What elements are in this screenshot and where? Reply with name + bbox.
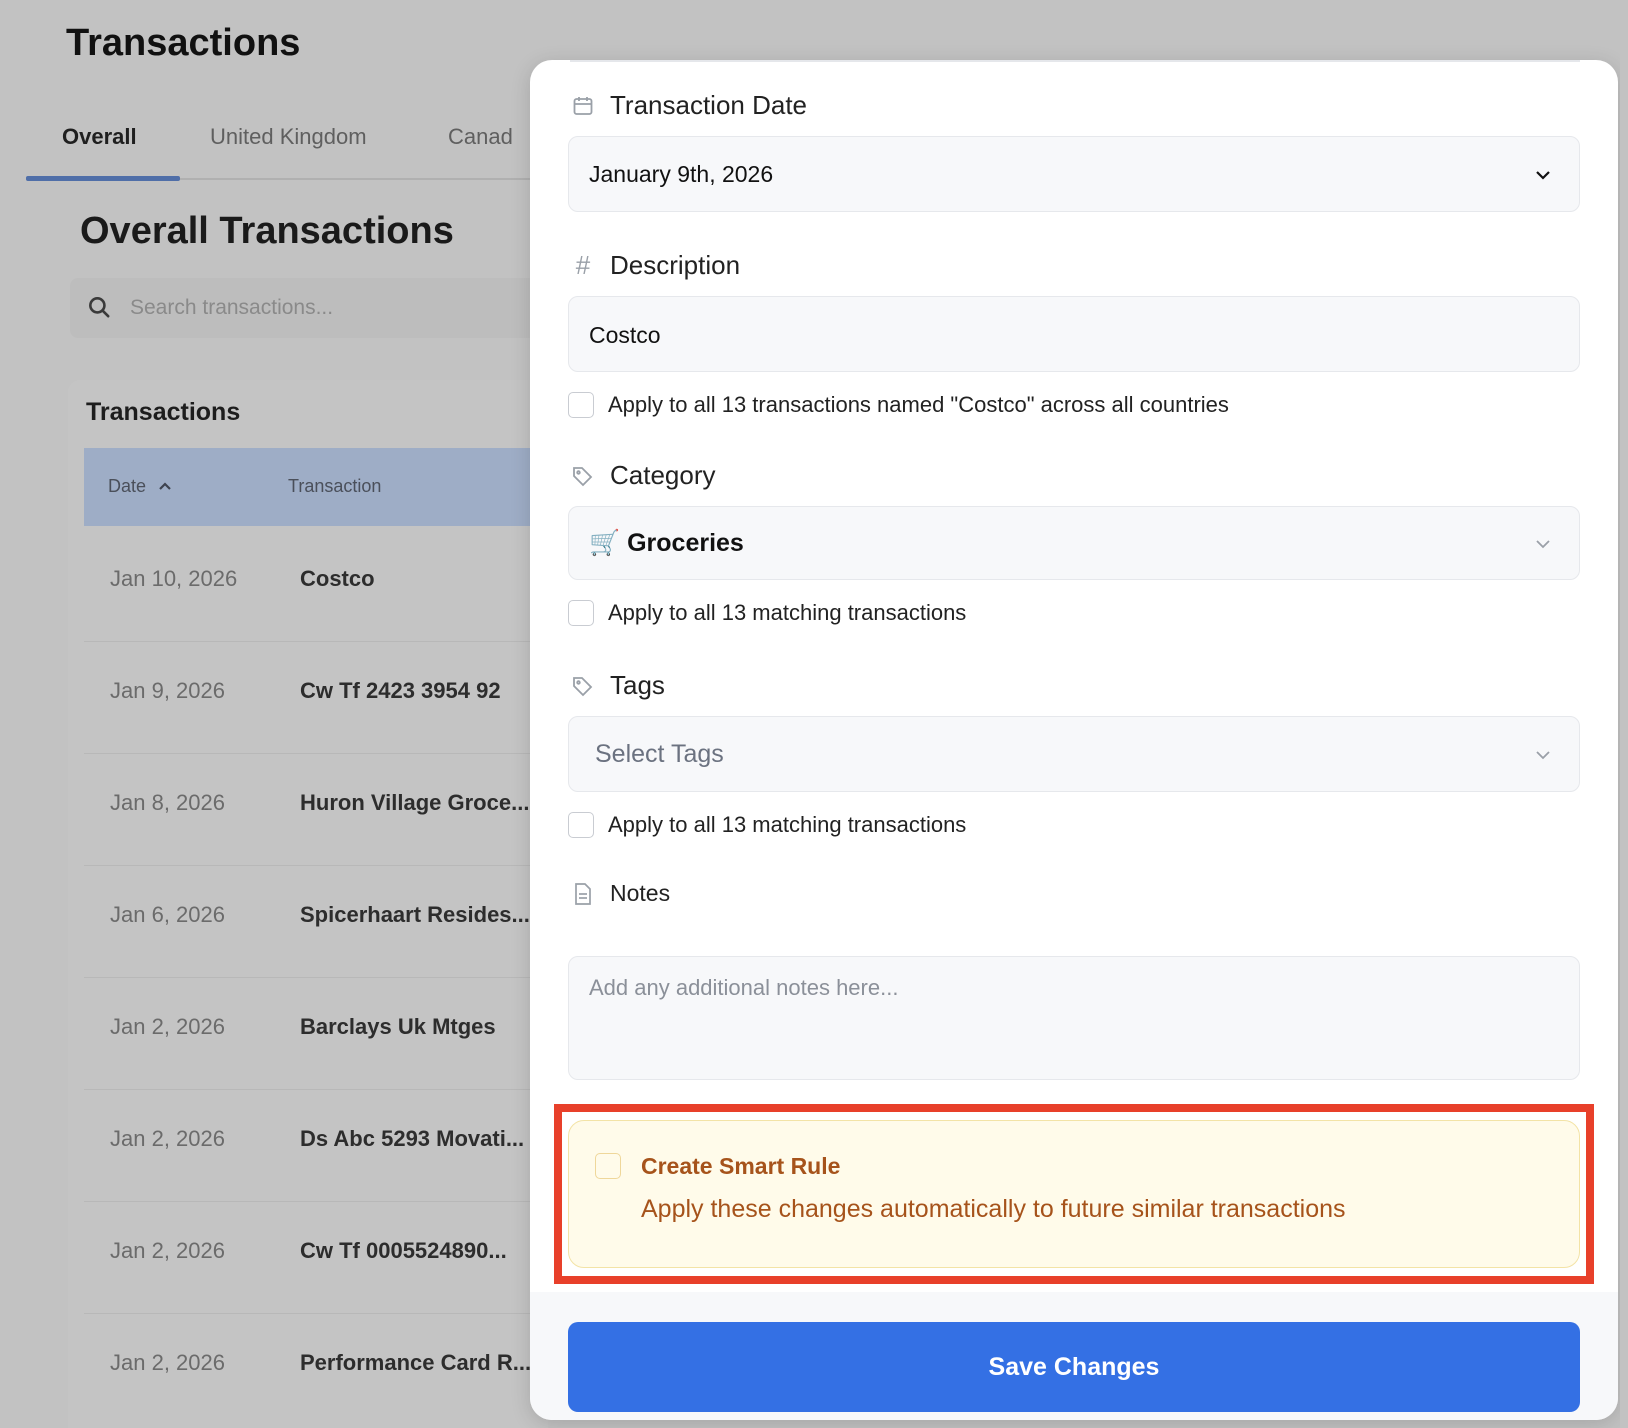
- row-transaction: Spicerhaart Resides...: [300, 902, 530, 927]
- table-row[interactable]: Jan 2, 2026 Barclays Uk Mtges: [84, 974, 548, 1090]
- notes-placeholder: Add any additional notes here...: [589, 975, 899, 1000]
- tag-icon: [570, 463, 596, 489]
- row-date: Jan 8, 2026: [110, 790, 225, 815]
- apply-description-all-option[interactable]: Apply to all 13 transactions named "Cost…: [568, 392, 1229, 418]
- tab-united-kingdom[interactable]: United Kingdom: [210, 124, 367, 150]
- row-date: Jan 2, 2026: [110, 1238, 225, 1263]
- page-title: Transactions: [66, 22, 301, 64]
- row-date: Jan 6, 2026: [110, 902, 225, 927]
- transaction-date-label: Transaction Date: [570, 90, 807, 121]
- hash-icon: #: [575, 250, 591, 280]
- shopping-cart-icon: 🛒: [589, 529, 621, 557]
- notes-textarea[interactable]: Add any additional notes here...: [568, 956, 1580, 1080]
- tags-select[interactable]: Select Tags: [568, 716, 1580, 792]
- row-transaction: Ds Abc 5293 Movati...: [300, 1126, 525, 1151]
- transactions-table-card: Transactions Date Transaction Jan 10, 20…: [68, 380, 548, 1428]
- transaction-date-picker[interactable]: January 9th, 2026: [568, 136, 1580, 212]
- smart-rule-subtitle: Apply these changes automatically to fut…: [641, 1195, 1346, 1223]
- row-date: Jan 2, 2026: [110, 1350, 225, 1375]
- tab-overall[interactable]: Overall: [62, 124, 137, 150]
- apply-category-all-label: Apply to all 13 matching transactions: [608, 600, 967, 625]
- apply-description-all-checkbox[interactable]: [568, 392, 594, 418]
- search-icon: [89, 297, 110, 318]
- table-row[interactable]: Jan 6, 2026 Spicerhaart Resides...: [84, 862, 548, 978]
- apply-tags-all-label: Apply to all 13 matching transactions: [608, 812, 967, 837]
- row-transaction: Cw Tf 2423 3954 92: [300, 678, 501, 703]
- sort-ascending-icon: [159, 482, 171, 490]
- column-header-date[interactable]: Date: [108, 476, 173, 497]
- smart-rule-option[interactable]: Create Smart Rule Apply these changes au…: [568, 1120, 1580, 1268]
- category-select[interactable]: 🛒 Groceries: [568, 506, 1580, 580]
- row-date: Jan 10, 2026: [110, 566, 238, 591]
- tags-placeholder: Select Tags: [595, 740, 724, 768]
- search-input[interactable]: Search transactions...: [70, 278, 550, 338]
- apply-tags-all-checkbox[interactable]: [568, 812, 594, 838]
- row-date: Jan 9, 2026: [110, 678, 225, 703]
- search-placeholder: Search transactions...: [130, 296, 334, 319]
- calendar-icon: [570, 93, 596, 119]
- table-row[interactable]: Jan 8, 2026 Huron Village Groce...: [84, 750, 548, 866]
- row-transaction: Costco: [300, 566, 375, 591]
- apply-tags-all-option[interactable]: Apply to all 13 matching transactions: [568, 812, 966, 838]
- table-row[interactable]: Jan 2, 2026 Cw Tf 0005524890...: [84, 1198, 548, 1314]
- active-tab-indicator: [26, 176, 180, 181]
- row-transaction: Barclays Uk Mtges: [300, 1014, 496, 1039]
- column-header-transaction[interactable]: Transaction: [288, 476, 381, 497]
- tags-label: Tags: [570, 670, 665, 701]
- row-transaction: Cw Tf 0005524890...: [300, 1238, 507, 1263]
- chevron-down-icon: [1536, 171, 1550, 180]
- smart-rule-checkbox[interactable]: [595, 1153, 621, 1179]
- apply-description-all-label: Apply to all 13 transactions named "Cost…: [608, 392, 1229, 417]
- row-date: Jan 2, 2026: [110, 1014, 225, 1039]
- chevron-down-icon: [1536, 751, 1550, 760]
- transaction-date-value: January 9th, 2026: [589, 161, 774, 187]
- chevron-down-icon: [1536, 540, 1550, 549]
- table-row[interactable]: Jan 9, 2026 Cw Tf 2423 3954 92: [84, 638, 548, 754]
- smart-rule-title: Create Smart Rule: [641, 1153, 841, 1179]
- category-value: 🛒 Groceries: [589, 529, 744, 557]
- notes-label: Notes: [570, 880, 670, 907]
- table-header: Date Transaction: [84, 448, 548, 526]
- save-changes-button[interactable]: Save Changes: [568, 1322, 1580, 1412]
- row-transaction: Performance Card R...: [300, 1350, 532, 1375]
- description-label: # Description: [570, 250, 740, 281]
- table-row[interactable]: Jan 2, 2026 Performance Card R...: [84, 1310, 548, 1426]
- table-row[interactable]: Jan 2, 2026 Ds Abc 5293 Movati...: [84, 1086, 548, 1202]
- tab-canada[interactable]: Canad: [448, 124, 513, 150]
- document-icon: [570, 881, 596, 907]
- page-edge: [1620, 0, 1628, 1428]
- apply-category-all-option[interactable]: Apply to all 13 matching transactions: [568, 600, 966, 626]
- description-input[interactable]: Costco: [568, 296, 1580, 372]
- row-date: Jan 2, 2026: [110, 1126, 225, 1151]
- table-title: Transactions: [86, 398, 241, 426]
- section-title: Overall Transactions: [80, 210, 454, 252]
- row-transaction: Huron Village Groce...: [300, 790, 530, 815]
- edit-transaction-modal: Transaction Date January 9th, 2026 # Des…: [530, 60, 1618, 1420]
- country-tabs: Overall United Kingdom Canad: [26, 110, 546, 181]
- apply-category-all-checkbox[interactable]: [568, 600, 594, 626]
- description-value: Costco: [589, 322, 661, 348]
- tag-icon: [570, 673, 596, 699]
- category-label: Category: [570, 460, 716, 491]
- modal-divider: [570, 60, 1580, 62]
- table-row[interactable]: Jan 10, 2026 Costco: [84, 526, 548, 642]
